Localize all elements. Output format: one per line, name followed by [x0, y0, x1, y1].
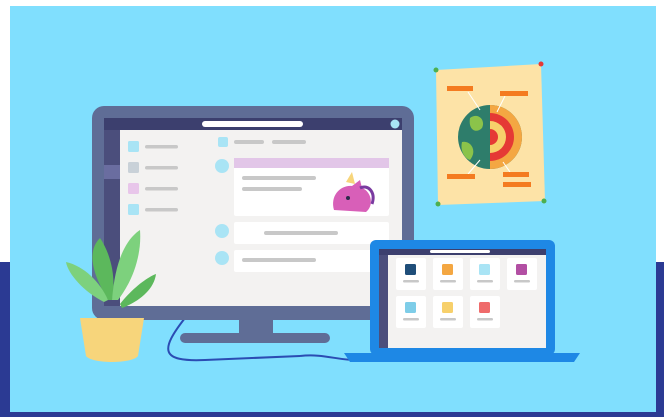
team-tile-icon [442, 264, 453, 275]
team-tile-label [514, 280, 530, 283]
poster-label [503, 182, 531, 187]
team-tile-label [477, 318, 493, 321]
channel-item-label [145, 145, 178, 149]
poster-pin [538, 61, 544, 67]
message-avatar [215, 159, 229, 173]
team-tile-icon [479, 264, 490, 275]
poster-label [500, 91, 528, 96]
unicorn-eye [346, 196, 350, 200]
team-tile-icon [516, 264, 527, 275]
channel-item-icon [128, 162, 139, 173]
earth-layers-poster-icon [433, 61, 547, 207]
channel-sidebar [120, 130, 200, 306]
team-tile-label [403, 280, 419, 283]
channel-item-icon [128, 204, 139, 215]
team-tile-icon [405, 264, 416, 275]
team-tile-label [403, 318, 419, 321]
laptop-app-rail [379, 255, 388, 348]
poster-label [447, 174, 475, 179]
desktop-monitor-icon [92, 106, 414, 343]
team-tile-label [440, 318, 456, 321]
channel-item-label [145, 187, 178, 191]
app-rail-active-item [104, 165, 120, 179]
app-search-bar [202, 121, 303, 127]
poster-pin [435, 201, 441, 207]
illustration-svg [66, 61, 580, 362]
channel-item-icon [128, 183, 139, 194]
team-tile-icon [479, 302, 490, 313]
message-avatar [215, 224, 229, 238]
monitor-base [180, 333, 330, 343]
message-text-line [242, 258, 316, 262]
laptop-base [344, 353, 580, 362]
illustration-scene [0, 0, 664, 417]
message-avatar [215, 251, 229, 265]
team-tile-label [477, 280, 493, 283]
channel-header-icon [218, 137, 228, 147]
channel-header-line [234, 140, 264, 144]
poster-pin [433, 67, 439, 73]
message-text-line [242, 176, 316, 180]
channel-item-icon [128, 141, 139, 152]
channel-item-label [145, 166, 178, 170]
profile-avatar [390, 119, 400, 129]
team-tile-icon [442, 302, 453, 313]
channel-header-line [272, 140, 306, 144]
team-tile-icon [405, 302, 416, 313]
poster-label [503, 172, 529, 177]
plant-pot [80, 318, 144, 362]
message-text-line [242, 187, 302, 191]
laptop-search-bar [430, 250, 490, 253]
message-highlight-bar [234, 158, 389, 168]
message-text-line [264, 231, 338, 235]
laptop-icon [344, 240, 580, 362]
poster-label [447, 86, 473, 91]
channel-item-label [145, 208, 178, 212]
team-tile-label [440, 280, 456, 283]
poster-pin [541, 198, 547, 204]
